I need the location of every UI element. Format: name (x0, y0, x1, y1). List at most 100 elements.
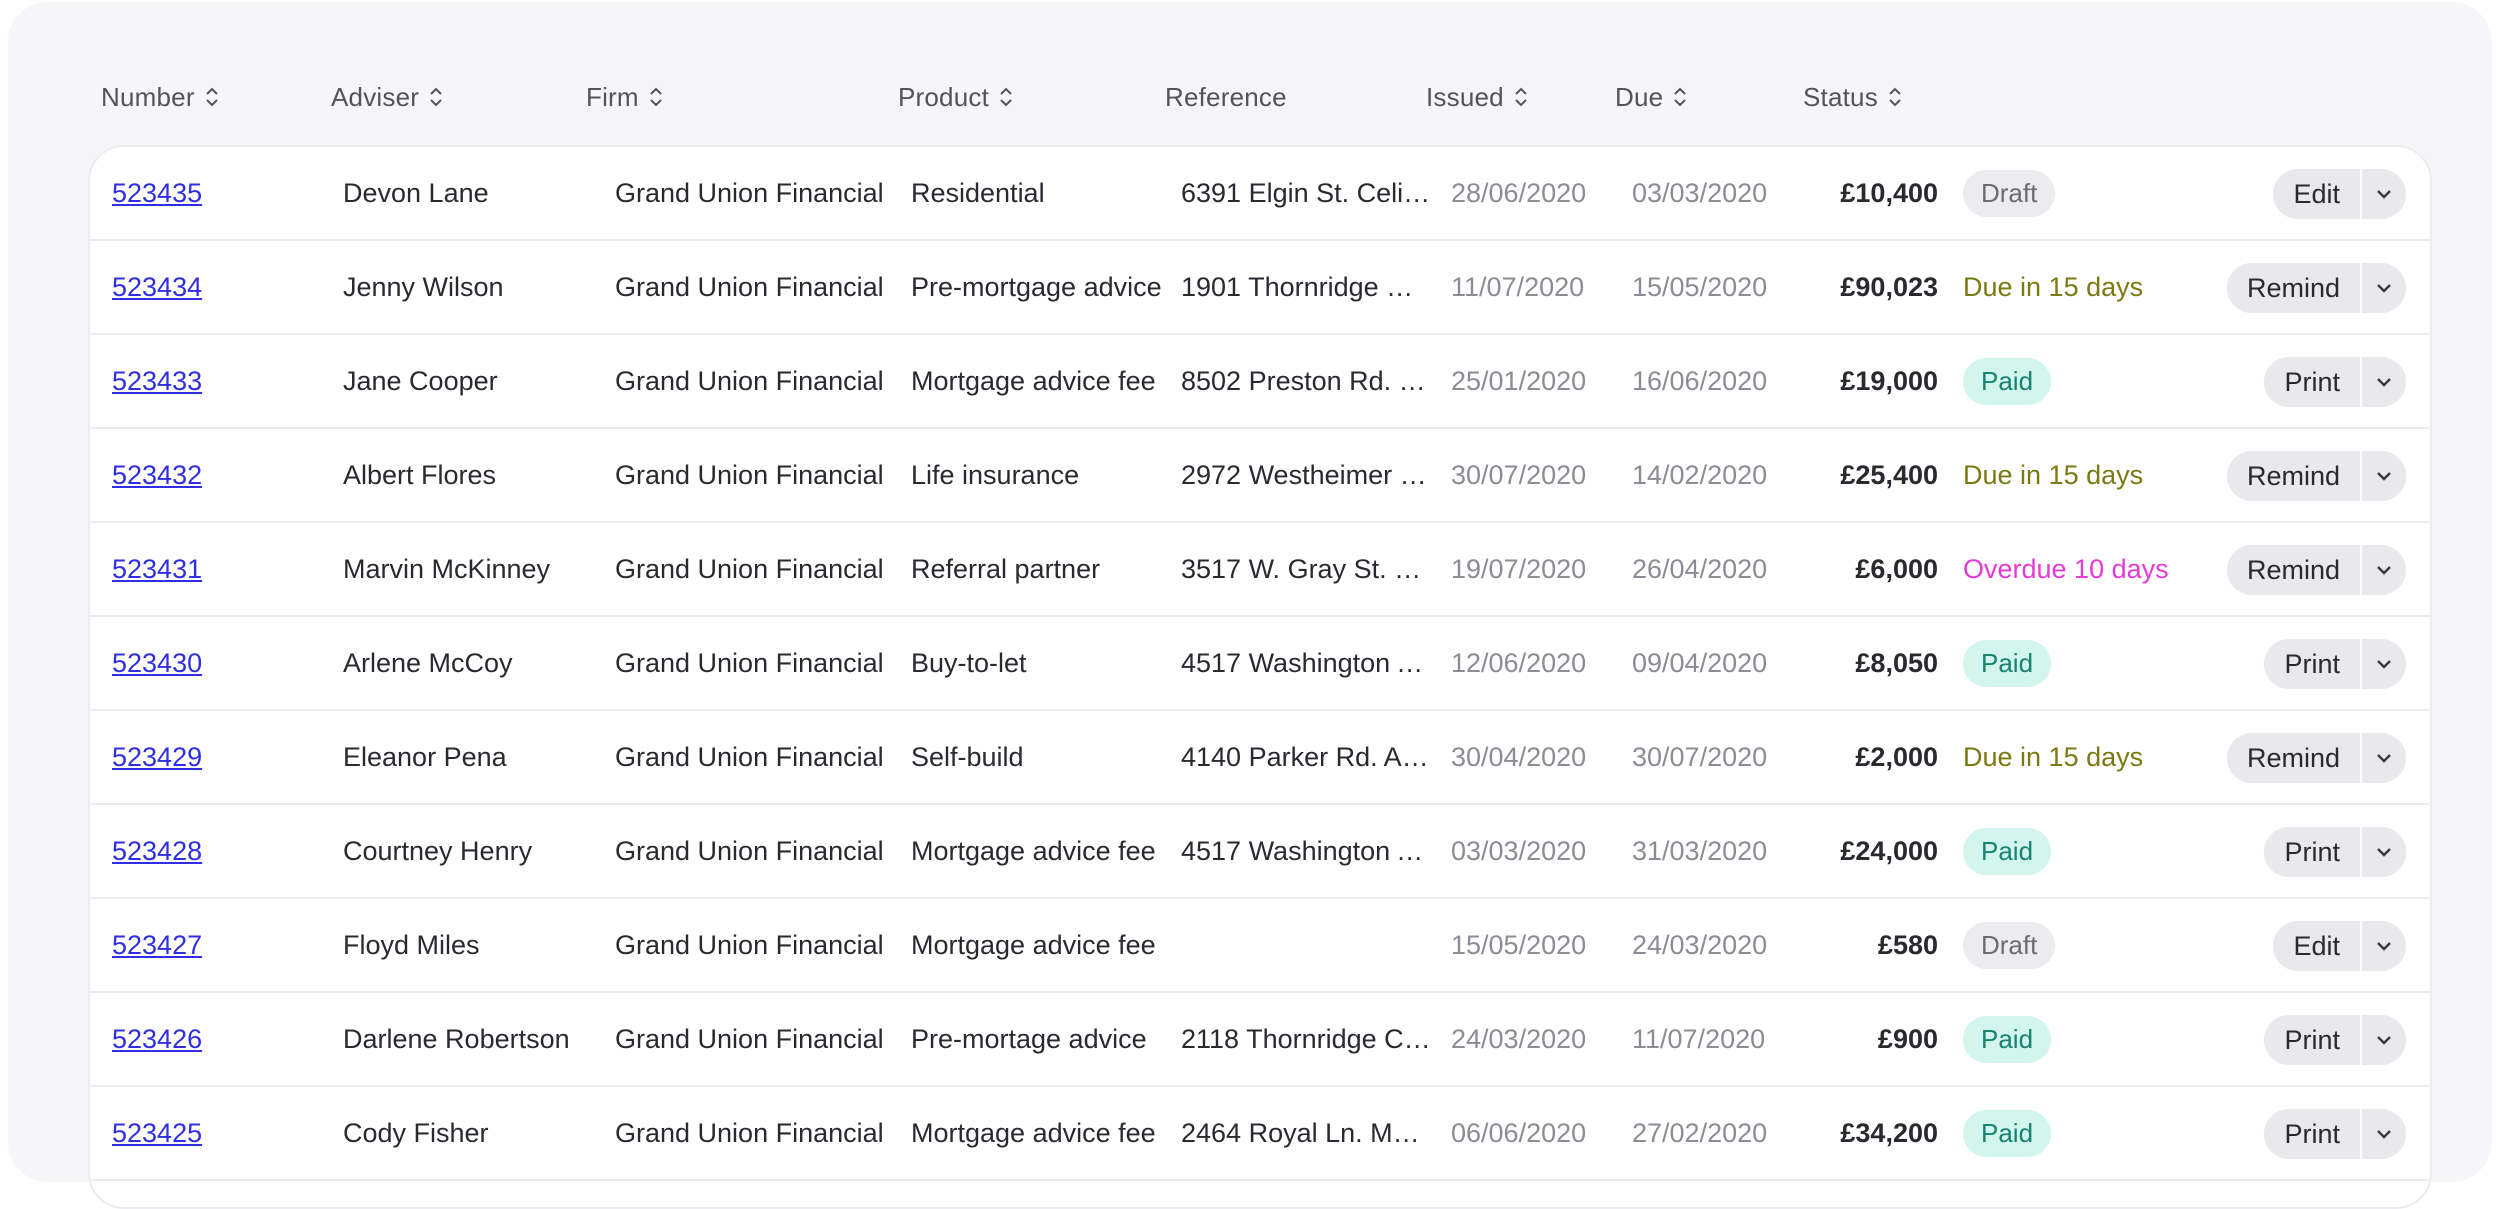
remind-button[interactable]: Remind (2226, 263, 2360, 313)
table-row[interactable]: 523433 Jane Cooper Grand Union Financial Mo… (90, 335, 2430, 429)
status-cell: Due in 15 days (1963, 241, 2243, 333)
chevron-down-icon[interactable] (2360, 1109, 2406, 1159)
remind-button[interactable]: Remind (2226, 451, 2360, 501)
chevron-down-icon[interactable] (2360, 733, 2406, 783)
row-action-group[interactable]: Print (2264, 1109, 2406, 1159)
firm-name: Grand Union Financial (615, 271, 884, 302)
amount-value: £19,000 (1840, 365, 1938, 396)
chevron-down-icon[interactable] (2360, 545, 2406, 595)
invoice-number-link[interactable]: 523430 (112, 617, 312, 709)
column-header-adviser[interactable]: Adviser (331, 62, 445, 132)
product-name: Buy-to-let (911, 647, 1027, 678)
adviser-name: Devon Lane (343, 177, 489, 208)
print-button[interactable]: Print (2264, 639, 2360, 689)
chevron-down-icon[interactable] (2360, 921, 2406, 971)
table-row[interactable]: 523425 Cody Fisher Grand Union Financial Mo… (90, 1087, 2430, 1181)
row-action-group[interactable]: Remind (2226, 545, 2406, 595)
remind-button[interactable]: Remind (2226, 733, 2360, 783)
print-button[interactable]: Print (2264, 1015, 2360, 1065)
column-header-label: Number (101, 81, 195, 112)
column-header-due[interactable]: Due (1615, 62, 1689, 132)
chevron-down-icon[interactable] (2360, 357, 2406, 407)
table-row[interactable]: 523428 Courtney Henry Grand Union Financia… (90, 805, 2430, 899)
status-cell: Paid (1963, 617, 2243, 709)
firm-name: Grand Union Financial (615, 835, 884, 866)
chevron-down-icon[interactable] (2360, 639, 2406, 689)
sort-icon[interactable] (1886, 84, 1904, 110)
row-action-group[interactable]: Remind (2226, 733, 2406, 783)
issued-date: 24/03/2020 (1451, 1023, 1587, 1054)
row-action-group[interactable]: Remind (2226, 451, 2406, 501)
sort-icon[interactable] (647, 84, 665, 110)
print-button[interactable]: Print (2264, 357, 2360, 407)
column-header-firm[interactable]: Firm (586, 62, 665, 132)
table-row[interactable]: 523427 Floyd Miles Grand Union Financial Mo… (90, 899, 2430, 993)
invoices-table: 523435 Devon Lane Grand Union Financial Res… (88, 145, 2432, 1209)
invoice-number-link[interactable]: 523434 (112, 241, 312, 333)
print-button[interactable]: Print (2264, 827, 2360, 877)
invoice-number-link[interactable]: 523425 (112, 1087, 312, 1179)
sort-icon[interactable] (427, 84, 445, 110)
invoice-number-link[interactable]: 523429 (112, 711, 312, 803)
remind-button[interactable]: Remind (2226, 545, 2360, 595)
adviser-name: Marvin McKinney (343, 553, 551, 584)
column-header-product[interactable]: Product (898, 62, 1015, 132)
row-action-group[interactable]: Edit (2273, 921, 2406, 971)
firm-name: Grand Union Financial (615, 1023, 884, 1054)
invoice-number-link[interactable]: 523435 (112, 147, 312, 239)
product-name: Residential (911, 177, 1045, 208)
invoice-number-link[interactable]: 523431 (112, 523, 312, 615)
sort-icon[interactable] (203, 84, 221, 110)
chevron-down-icon[interactable] (2360, 169, 2406, 219)
table-row[interactable]: 523431 Marvin McKinney Grand Union Financi… (90, 523, 2430, 617)
amount-value: £90,023 (1840, 271, 1938, 302)
product-name: Life insurance (911, 459, 1080, 490)
row-action-group[interactable]: Edit (2273, 169, 2406, 219)
table-row[interactable]: 523434 Jenny Wilson Grand Union Financial P… (90, 241, 2430, 335)
firm-name: Grand Union Financial (615, 1117, 884, 1148)
amount-value: £580 (1877, 929, 1938, 960)
table-row[interactable]: 523426 Darlene Robertson Grand Union Finan… (90, 993, 2430, 1087)
table-row[interactable]: 523435 Devon Lane Grand Union Financial Res… (90, 147, 2430, 241)
sort-icon[interactable] (1512, 84, 1530, 110)
invoice-number-link[interactable]: 523426 (112, 993, 312, 1085)
reference-text: 2972 Westheimer Rd. Santa Ana, Illinois … (1181, 460, 1431, 490)
firm-name: Grand Union Financial (615, 553, 884, 584)
invoice-number-link[interactable]: 523428 (112, 805, 312, 897)
issued-date: 06/06/2020 (1451, 1117, 1587, 1148)
status-badge: Paid (1963, 1015, 2052, 1063)
column-header-number[interactable]: Number (101, 62, 221, 132)
column-header-label: Product (898, 81, 990, 112)
table-row[interactable]: 523429 Eleanor Pena Grand Union Financial S… (90, 711, 2430, 805)
firm-name: Grand Union Financial (615, 177, 884, 208)
column-header-issued[interactable]: Issued (1426, 62, 1530, 132)
chevron-down-icon[interactable] (2360, 1015, 2406, 1065)
invoice-number-link[interactable]: 523427 (112, 899, 312, 991)
invoice-number-link[interactable]: 523433 (112, 335, 312, 427)
reference-text: 2118 Thornridge Cir. Syracuse, Connectic… (1181, 1024, 1431, 1054)
table-row[interactable]: 523432 Albert Flores Grand Union Financial… (90, 429, 2430, 523)
issued-date: 25/01/2020 (1451, 365, 1587, 396)
issued-date: 19/07/2020 (1451, 553, 1587, 584)
invoice-number-link[interactable]: 523432 (112, 429, 312, 521)
edit-button[interactable]: Edit (2273, 921, 2360, 971)
sort-icon[interactable] (1671, 84, 1689, 110)
chevron-down-icon[interactable] (2360, 827, 2406, 877)
row-action-group[interactable]: Print (2264, 827, 2406, 877)
sort-icon[interactable] (997, 84, 1015, 110)
chevron-down-icon[interactable] (2360, 451, 2406, 501)
chevron-down-icon[interactable] (2360, 263, 2406, 313)
column-header-status[interactable]: Status (1803, 62, 1904, 132)
row-action-group[interactable]: Print (2264, 1015, 2406, 1065)
print-button[interactable]: Print (2264, 1109, 2360, 1159)
row-action-group[interactable]: Remind (2226, 263, 2406, 313)
edit-button[interactable]: Edit (2273, 169, 2360, 219)
product-name: Mortgage advice fee (911, 835, 1156, 866)
column-header-label: Adviser (331, 81, 420, 112)
amount-value: £8,050 (1855, 647, 1938, 678)
status-badge: Paid (1963, 639, 2052, 687)
table-row[interactable]: 523430 Arlene McCoy Grand Union Financial B… (90, 617, 2430, 711)
issued-date: 15/05/2020 (1451, 929, 1587, 960)
row-action-group[interactable]: Print (2264, 639, 2406, 689)
row-action-group[interactable]: Print (2264, 357, 2406, 407)
